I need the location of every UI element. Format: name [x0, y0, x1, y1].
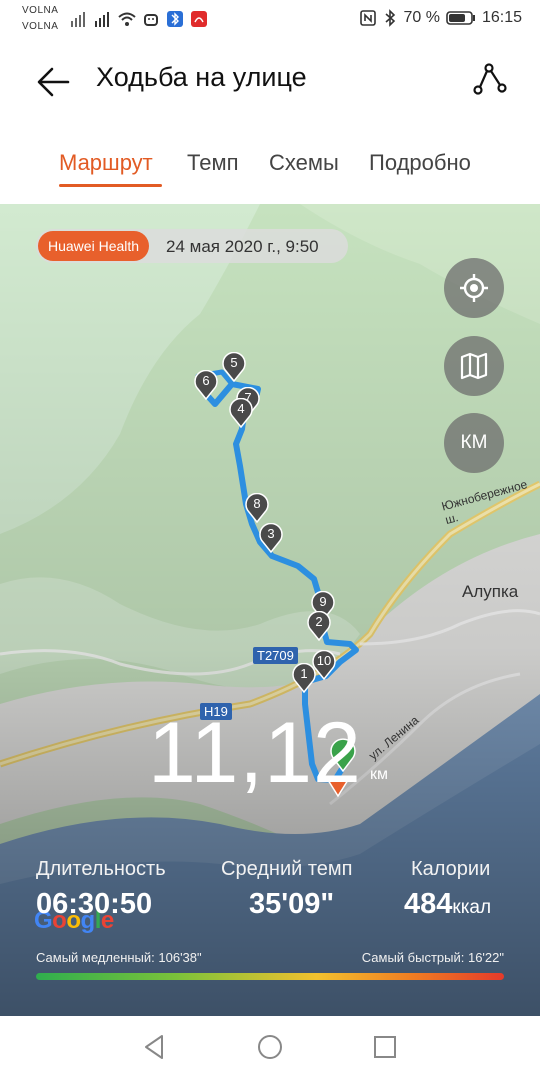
fastest-pace: Самый быстрый: 16'22"	[361, 950, 504, 965]
km-marker[interactable]: 3	[259, 522, 283, 558]
arrow-left-icon[interactable]	[32, 60, 76, 104]
slowest-pace: Самый медленный: 106'38"	[36, 950, 202, 965]
marker-number: 1	[300, 666, 308, 681]
header: Ходьба на улице	[0, 38, 540, 122]
km-marker[interactable]: 5	[222, 351, 246, 387]
pace-gradient-bar	[36, 973, 504, 980]
tab-route[interactable]: Маршрут	[59, 150, 153, 176]
workout-date: 24 мая 2020 г., 9:50	[166, 237, 319, 256]
marker-number: 3	[267, 526, 275, 541]
signal-icon	[71, 12, 85, 27]
total-distance: 11,12	[148, 705, 362, 801]
wifi-icon	[118, 12, 136, 26]
marker-number: 6	[202, 373, 210, 388]
duration-value: 06:30:50	[36, 888, 153, 920]
battery-percent: 70 %	[403, 9, 440, 26]
recents-square-icon[interactable]	[370, 1032, 400, 1062]
pace-value: 35'09"	[249, 888, 335, 920]
units-button[interactable]: КМ	[444, 413, 504, 473]
tab-charts[interactable]: Схемы	[269, 150, 339, 176]
marker-number: 2	[315, 614, 323, 629]
marker-number: 5	[230, 355, 238, 370]
locate-button[interactable]	[444, 258, 504, 318]
clock: 16:15	[481, 9, 522, 26]
app-badge: Huawei Health	[38, 231, 150, 261]
signal-icon	[95, 12, 109, 27]
marker-number: 8	[253, 496, 261, 511]
calories-unit: ккал	[452, 897, 492, 918]
map-layers-button[interactable]	[444, 336, 504, 396]
page-title: Ходьба на улице	[96, 62, 307, 92]
nfc-icon	[360, 10, 377, 26]
locate-icon	[460, 274, 488, 302]
battery-icon	[446, 11, 475, 25]
marker-number: 9	[319, 594, 327, 609]
distance-unit: км	[370, 766, 388, 783]
km-marker[interactable]: 4	[229, 397, 253, 433]
town-label: Алупка	[462, 582, 519, 601]
carrier-label-2: VOLNA	[22, 21, 59, 32]
back-triangle-icon[interactable]	[140, 1032, 170, 1062]
system-nav-bar	[0, 1016, 540, 1080]
bluetooth-icon	[385, 9, 396, 27]
route-share-icon[interactable]	[470, 60, 510, 100]
marker-number: 4	[237, 401, 245, 416]
android-icon	[144, 14, 158, 26]
km-marker[interactable]: 6	[194, 369, 218, 405]
carrier-label-1: VOLNA	[22, 5, 59, 16]
home-circle-icon[interactable]	[255, 1032, 285, 1062]
status-icons-left	[70, 9, 208, 29]
huawei-app-icon	[191, 11, 207, 27]
calories-block: 484ккал	[404, 888, 491, 921]
km-marker[interactable]: 2	[307, 610, 331, 646]
km-marker[interactable]: 1	[292, 662, 316, 698]
bluetooth-app-icon	[167, 11, 183, 27]
status-icons-right: 70 % 16:15	[359, 9, 522, 27]
calories-value: 484	[404, 888, 453, 920]
pace-label: Средний темп	[221, 858, 353, 880]
tab-details[interactable]: Подробно	[369, 150, 471, 176]
status-bar: VOLNA VOLNA 70 % 16:15	[0, 0, 540, 38]
tab-pace[interactable]: Темп	[187, 150, 238, 176]
road-tag-t2709: T2709	[253, 647, 298, 664]
calories-label: Калории	[411, 858, 491, 880]
map-layers-icon	[460, 352, 488, 380]
tab-active-indicator	[59, 184, 162, 187]
tab-bar: Маршрут Темп Схемы Подробно	[0, 122, 540, 204]
duration-label: Длительность	[36, 858, 166, 880]
